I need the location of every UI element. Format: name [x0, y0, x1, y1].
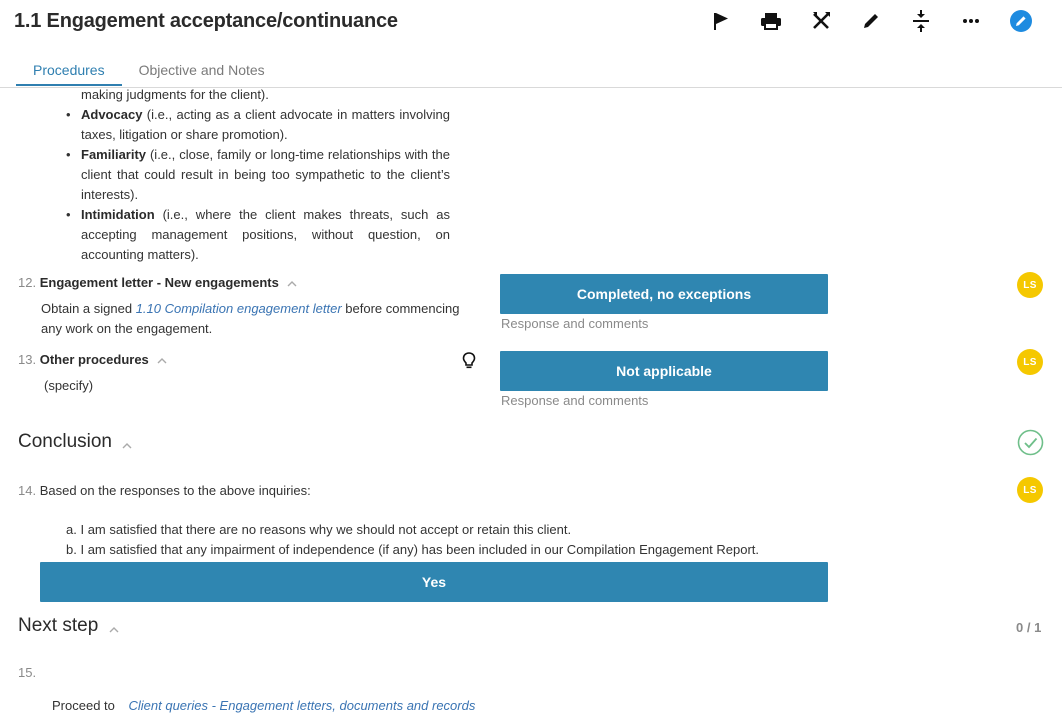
threat-term: Familiarity [81, 147, 147, 162]
tab-procedures[interactable]: Procedures [16, 58, 122, 86]
procedure-number: 15. [18, 665, 37, 680]
threat-continuation: making judgments for the client). [81, 87, 269, 102]
chevron-up-icon[interactable] [156, 356, 168, 366]
more-icon[interactable] [946, 8, 996, 34]
threat-item-advocacy: Advocacy (i.e., acting as a client advoc… [64, 105, 450, 145]
avatar[interactable]: LS [1017, 477, 1043, 503]
next-step-heading: Next step [18, 615, 120, 637]
threat-item-familiarity: Familiarity (i.e., close, family or long… [64, 145, 450, 205]
conclusion-question: 14. Based on the responses to the above … [18, 481, 311, 501]
engagement-letter-link[interactable]: 1.10 Compilation engagement letter [136, 301, 342, 316]
chevron-up-icon[interactable] [121, 441, 133, 451]
tab-objective-and-notes[interactable]: Objective and Notes [122, 58, 282, 86]
avatar[interactable]: LS [1017, 272, 1043, 298]
point-text: I am satisfied that any impairment of in… [80, 542, 760, 557]
next-step-link[interactable]: Client queries - Engagement letters, doc… [129, 698, 476, 713]
chevron-up-icon[interactable] [286, 279, 298, 289]
procedure-13-text: (specify) [44, 378, 94, 393]
flag-icon[interactable] [696, 8, 746, 34]
response-button-completed[interactable]: Completed, no exceptions [500, 274, 828, 314]
procedure-number: 14. [18, 483, 37, 498]
toolbar [696, 8, 1046, 34]
response-button-not-applicable[interactable]: Not applicable [500, 351, 828, 391]
tools-icon[interactable] [796, 8, 846, 34]
collapse-icon[interactable] [896, 8, 946, 34]
conclusion-point-a: a. I am satisfied that there are no reas… [66, 520, 571, 540]
pencil-icon[interactable] [846, 8, 896, 34]
proceed-label: Proceed to [52, 698, 115, 713]
next-step-counter: 0 / 1 [1016, 620, 1042, 635]
lightbulb-icon[interactable] [462, 352, 476, 373]
chevron-up-icon[interactable] [108, 625, 120, 635]
procedure-13-header: 13. Other procedures [18, 352, 168, 367]
avatar[interactable]: LS [1017, 349, 1043, 375]
print-icon[interactable] [746, 8, 796, 34]
point-text: I am satisfied that there are no reasons… [80, 522, 572, 537]
procedure-title: Engagement letter - New engagements [39, 275, 279, 290]
threat-term: Advocacy [81, 107, 143, 122]
procedure-12-text: Obtain a signed 1.10 Compilation engagem… [41, 299, 481, 339]
response-button-yes[interactable]: Yes [40, 562, 828, 602]
page-title: 1.1 Engagement acceptance/continuance [14, 10, 398, 32]
procedure-number: 12. [18, 275, 37, 290]
page-header: 1.1 Engagement acceptance/continuance Pr… [0, 0, 1062, 88]
question-text: Based on the responses to the above inqu… [39, 483, 311, 498]
threat-item-intimidation: Intimidation (i.e., where the client mak… [64, 205, 450, 265]
response-comments-field[interactable]: Response and comments [501, 316, 648, 331]
edit-circle-icon[interactable] [996, 8, 1046, 34]
conclusion-point-b: b. I am satisfied that any impairment of… [66, 540, 759, 560]
tab-bar: Procedures Objective and Notes [16, 58, 282, 86]
procedure-title: Other procedures [39, 352, 149, 367]
check-circle-icon[interactable] [1017, 429, 1044, 459]
procedure-text-before: Obtain a signed [41, 301, 136, 316]
section-title: Next step [18, 615, 99, 636]
next-step-row: Proceed to Client queries - Engagement l… [52, 696, 475, 716]
threats-list: making judgments for the client). Advoca… [64, 85, 450, 265]
threat-term: Intimidation [81, 207, 155, 222]
procedures-content: making judgments for the client). Advoca… [0, 85, 1062, 725]
response-comments-field[interactable]: Response and comments [501, 393, 648, 408]
procedure-12-header: 12. Engagement letter - New engagements [18, 275, 298, 290]
point-marker: a. [66, 522, 77, 537]
point-marker: b. [66, 542, 77, 557]
conclusion-heading: Conclusion [18, 431, 133, 453]
procedure-number: 13. [18, 352, 37, 367]
section-title: Conclusion [18, 431, 112, 452]
